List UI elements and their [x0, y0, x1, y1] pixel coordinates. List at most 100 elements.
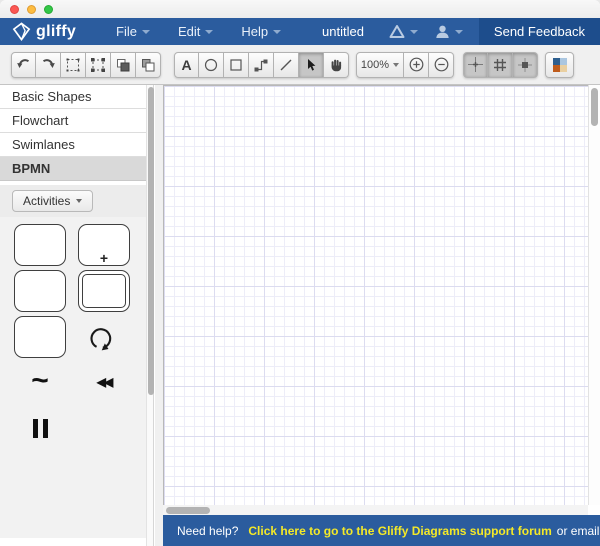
ellipse-tool-button[interactable] — [199, 51, 224, 78]
sidebar-item-flowchart[interactable]: Flowchart — [0, 109, 146, 133]
shape-library-panel: Basic Shapes Flowchart Swimlanes BPMN Ac… — [0, 85, 163, 546]
connector-icon — [254, 59, 268, 71]
line-icon — [280, 59, 292, 70]
text-tool-icon: A — [181, 56, 192, 73]
shape-call-activity[interactable] — [78, 270, 130, 312]
compensation-marker[interactable]: ◀◀ — [78, 375, 130, 389]
plus-marker-icon: + — [99, 250, 109, 266]
zoom-window-button[interactable] — [44, 5, 53, 14]
close-window-button[interactable] — [10, 5, 19, 14]
sidebar-item-swimlanes[interactable]: Swimlanes — [0, 133, 146, 157]
theme-picker-button[interactable] — [545, 51, 574, 78]
hand-icon — [331, 59, 342, 71]
chevron-down-icon — [76, 199, 83, 203]
theme-swatches-icon — [552, 57, 567, 72]
connector-tool-button[interactable] — [249, 51, 274, 78]
zoom-level-dropdown[interactable]: 100% — [356, 51, 404, 78]
activities-dropdown-label: Activities — [23, 194, 71, 208]
chevron-down-icon — [409, 29, 418, 34]
need-help-label: Need help? — [177, 523, 239, 538]
menu-edit-label: Edit — [177, 24, 201, 39]
zoom-out-icon — [434, 57, 448, 72]
chevron-down-icon — [393, 62, 400, 67]
show-grid-toggle[interactable] — [488, 51, 513, 78]
sidebar-item-bpmn[interactable]: BPMN — [0, 157, 146, 181]
text-tool-button[interactable]: A — [174, 51, 199, 78]
menu-help[interactable]: Help — [227, 18, 295, 45]
ellipse-icon — [204, 58, 218, 71]
chevron-down-icon — [141, 29, 150, 34]
loop-arrow-icon — [90, 328, 112, 351]
select-all-button[interactable] — [86, 51, 111, 78]
parallel-marker[interactable] — [33, 419, 48, 438]
bpmn-category-area: Activities — [0, 185, 146, 217]
zoom-in-icon — [409, 57, 423, 72]
menu-file-label: File — [116, 24, 137, 39]
menu-help-label: Help — [241, 24, 269, 39]
pointer-tool-button[interactable] — [299, 51, 324, 78]
zoom-in-button[interactable] — [404, 51, 429, 78]
shape-event-subprocess[interactable] — [14, 316, 66, 358]
send-feedback-button[interactable]: Send Feedback — [478, 18, 600, 45]
gliffy-logo-text: gliffy — [36, 22, 77, 40]
user-account-menu[interactable] — [434, 24, 463, 40]
hand-tool-button[interactable] — [324, 51, 349, 78]
sidebar-item-basic-shapes[interactable]: Basic Shapes — [0, 85, 146, 109]
rectangle-icon — [230, 58, 242, 71]
activities-dropdown[interactable]: Activities — [12, 190, 94, 212]
support-forum-link[interactable]: Click here to go to the Gliffy Diagrams … — [248, 524, 551, 538]
user-icon — [434, 24, 451, 40]
redo-icon — [42, 58, 55, 68]
sidebar-scrollbar[interactable] — [146, 85, 154, 546]
line-tool-button[interactable] — [274, 51, 299, 78]
crosshair-icon — [468, 57, 483, 72]
loop-marker[interactable] — [87, 324, 115, 352]
panel-divider — [155, 85, 163, 546]
chevron-down-icon — [454, 29, 463, 34]
canvas-horizontal-scrollbar[interactable] — [163, 505, 588, 515]
shape-task[interactable] — [14, 224, 66, 266]
canvas-area: Need help? Click here to go to the Gliff… — [163, 85, 600, 546]
document-title[interactable]: untitled — [322, 24, 364, 39]
toolbar: A 100% — [0, 45, 600, 85]
drawing-guides-toggle[interactable] — [463, 51, 488, 78]
menu-edit[interactable]: Edit — [164, 18, 227, 45]
parallel-bar-icon — [33, 419, 38, 438]
pointer-cursor-icon — [308, 58, 316, 71]
undo-icon — [16, 58, 29, 68]
shape-collapsed-subprocess[interactable]: + — [78, 224, 130, 266]
snap-to-grid-toggle[interactable] — [513, 51, 538, 78]
adhoc-marker[interactable]: ~ — [14, 364, 66, 398]
canvas-vertical-scrollbar[interactable] — [588, 85, 600, 505]
rectangle-tool-button[interactable] — [224, 51, 249, 78]
titlebar — [0, 0, 600, 18]
menu-file[interactable]: File — [102, 18, 164, 45]
redo-button[interactable] — [36, 51, 61, 78]
sidebar-scrollbar-thumb[interactable] — [147, 87, 154, 395]
grid-icon — [494, 58, 506, 71]
parallel-bar-icon — [43, 419, 48, 438]
zoom-out-button[interactable] — [429, 51, 454, 78]
marquee-select-icon — [66, 58, 80, 71]
double-border-icon — [82, 274, 126, 308]
drawing-canvas[interactable] — [163, 85, 588, 505]
chevron-down-icon — [205, 29, 214, 34]
minimize-window-button[interactable] — [27, 5, 36, 14]
bring-to-front-button[interactable] — [111, 51, 136, 78]
gliffy-logo-icon — [12, 22, 31, 41]
support-email-text: or email support@gliffy.com — [556, 523, 600, 538]
undo-button[interactable] — [11, 51, 36, 78]
menubar: gliffy File Edit Help untitled Send Feed… — [0, 18, 600, 45]
gliffy-window: gliffy File Edit Help untitled Send Feed… — [0, 0, 600, 546]
group-select-icon — [91, 57, 105, 72]
bring-to-front-icon — [117, 58, 130, 71]
canvas-vertical-scrollbar-thumb[interactable] — [591, 88, 598, 126]
google-drive-icon — [388, 24, 406, 40]
help-footer: Need help? Click here to go to the Gliff… — [163, 515, 600, 546]
canvas-horizontal-scrollbar-thumb[interactable] — [166, 506, 210, 514]
shape-transaction-task[interactable] — [14, 270, 66, 312]
google-drive-menu[interactable] — [388, 24, 418, 40]
send-to-back-icon — [142, 58, 155, 71]
select-marquee-button[interactable] — [61, 51, 86, 78]
send-to-back-button[interactable] — [136, 51, 161, 78]
